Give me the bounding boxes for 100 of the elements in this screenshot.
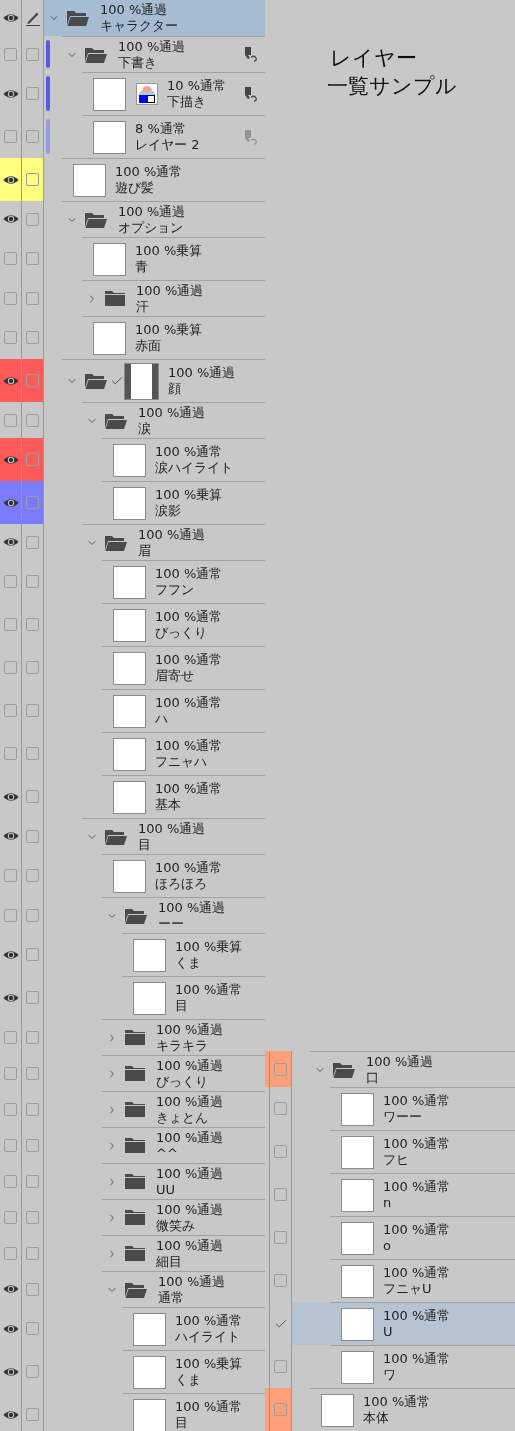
layer-row[interactable]: 100 %通常 フヒ bbox=[292, 1130, 515, 1173]
visibility-checkbox[interactable] bbox=[4, 908, 17, 922]
eye-icon[interactable] bbox=[2, 1366, 19, 1377]
layer-row[interactable]: 100 %通過 キャラクター bbox=[44, 0, 265, 36]
lock-checkbox[interactable] bbox=[26, 331, 39, 344]
eye-icon[interactable] bbox=[2, 497, 19, 508]
lock-checkbox[interactable] bbox=[26, 908, 39, 922]
layer-row[interactable]: 100 %通常 遊び髪 bbox=[44, 158, 265, 201]
lock-checkbox[interactable] bbox=[26, 790, 39, 803]
lock-checkbox[interactable] bbox=[26, 496, 39, 509]
eye-icon[interactable] bbox=[2, 1323, 19, 1334]
lock-checkbox[interactable] bbox=[274, 1274, 287, 1287]
layer-row[interactable]: 100 %通常 n bbox=[292, 1173, 515, 1216]
lock-checkbox[interactable] bbox=[26, 87, 39, 100]
lock-checkbox[interactable] bbox=[274, 1145, 287, 1158]
eye-icon[interactable] bbox=[2, 1284, 19, 1294]
layer-row[interactable]: 100 %通過 きょとん bbox=[44, 1091, 265, 1127]
layer-row[interactable]: 100 %乗算 涙影 bbox=[44, 481, 265, 524]
visibility-checkbox[interactable] bbox=[4, 1174, 17, 1188]
layer-row[interactable]: 100 %乗算 赤面 bbox=[44, 316, 265, 359]
lock-checkbox[interactable] bbox=[26, 130, 39, 143]
eye-icon[interactable] bbox=[2, 454, 19, 465]
lock-checkbox[interactable] bbox=[26, 1174, 39, 1188]
visibility-checkbox[interactable] bbox=[4, 747, 17, 760]
eye-icon[interactable] bbox=[2, 375, 19, 386]
visibility-checkbox[interactable] bbox=[4, 130, 17, 143]
lock-checkbox[interactable] bbox=[26, 252, 39, 265]
lock-checkbox[interactable] bbox=[26, 1365, 39, 1378]
layer-row[interactable]: 100 %通過 ^^ bbox=[44, 1127, 265, 1163]
layer-row[interactable]: 100 %通過 通常 bbox=[44, 1271, 265, 1307]
visibility-checkbox[interactable] bbox=[4, 704, 17, 717]
lock-checkbox[interactable] bbox=[274, 1102, 287, 1115]
lock-checkbox[interactable] bbox=[26, 453, 39, 466]
lock-checkbox[interactable] bbox=[26, 173, 39, 186]
layer-row[interactable]: 100 %通常 フニャU bbox=[292, 1259, 515, 1302]
layer-row[interactable]: 100 %通常 フフン bbox=[44, 560, 265, 603]
layer-row[interactable]: 100 %通常 フニャハ bbox=[44, 732, 265, 775]
layer-row[interactable]: 100 %通過 オプション bbox=[44, 201, 265, 237]
layer-row[interactable]: 100 %通常 ハイライト bbox=[44, 1307, 265, 1350]
layer-row[interactable]: 100 %通常 ほろほろ bbox=[44, 854, 265, 897]
visibility-checkbox[interactable] bbox=[4, 1102, 17, 1116]
layer-row[interactable]: 100 %通過 目 bbox=[44, 818, 265, 854]
eye-icon[interactable] bbox=[2, 949, 19, 960]
layer-row[interactable]: 10 %通常 下描き bbox=[44, 72, 265, 115]
visibility-checkbox[interactable] bbox=[4, 1138, 17, 1152]
lock-checkbox[interactable] bbox=[26, 1210, 39, 1224]
layer-row[interactable]: 100 %乗算 くま bbox=[44, 933, 265, 976]
layer-row[interactable]: 100 %通常 目 bbox=[44, 1393, 265, 1431]
layer-row[interactable]: 100 %通過 下書き bbox=[44, 36, 265, 72]
layer-row[interactable]: 100 %通過 微笑み bbox=[44, 1199, 265, 1235]
layer-row[interactable]: 100 %通常 ハ bbox=[44, 689, 265, 732]
layer-row[interactable]: 100 %乗算 くま bbox=[44, 1350, 265, 1393]
visibility-checkbox[interactable] bbox=[4, 291, 17, 305]
lock-checkbox[interactable] bbox=[274, 1360, 287, 1373]
layer-row[interactable]: 100 %通過 顔 bbox=[44, 359, 265, 402]
visibility-checkbox[interactable] bbox=[4, 1066, 17, 1080]
visibility-checkbox[interactable] bbox=[4, 869, 17, 882]
layer-row[interactable]: 100 %通常 眉寄せ bbox=[44, 646, 265, 689]
lock-checkbox[interactable] bbox=[274, 1188, 287, 1201]
lock-checkbox[interactable] bbox=[26, 413, 39, 427]
lock-checkbox[interactable] bbox=[26, 1066, 39, 1080]
eye-icon[interactable] bbox=[2, 214, 19, 224]
lock-checkbox[interactable] bbox=[26, 1282, 39, 1296]
lock-checkbox[interactable] bbox=[26, 1138, 39, 1152]
lock-checkbox[interactable] bbox=[26, 1102, 39, 1116]
visibility-checkbox[interactable] bbox=[4, 1210, 17, 1224]
lock-checkbox[interactable] bbox=[26, 291, 39, 305]
visibility-checkbox[interactable] bbox=[4, 252, 17, 265]
layer-row[interactable]: 100 %通過 UU bbox=[44, 1163, 265, 1199]
lock-checkbox[interactable] bbox=[26, 1246, 39, 1260]
lock-checkbox[interactable] bbox=[26, 991, 39, 1004]
layer-row[interactable]: 100 %通常 U bbox=[292, 1302, 515, 1345]
lock-checkbox[interactable] bbox=[26, 1030, 39, 1044]
visibility-checkbox[interactable] bbox=[4, 1246, 17, 1260]
layer-row[interactable]: 100 %通常 本体 bbox=[292, 1388, 515, 1431]
lock-checkbox[interactable] bbox=[26, 575, 39, 588]
lock-checkbox[interactable] bbox=[26, 618, 39, 631]
layer-row[interactable]: 100 %通常 びっくり bbox=[44, 603, 265, 646]
layer-row[interactable]: 100 %通常 涙ハイライト bbox=[44, 438, 265, 481]
visibility-checkbox[interactable] bbox=[4, 575, 17, 588]
lock-checkbox[interactable] bbox=[26, 1322, 39, 1335]
visibility-checkbox[interactable] bbox=[4, 1030, 17, 1044]
visibility-checkbox[interactable] bbox=[4, 618, 17, 631]
layer-row[interactable]: 100 %通過 汗 bbox=[44, 280, 265, 316]
lock-checkbox[interactable] bbox=[26, 1408, 39, 1421]
lock-checkbox[interactable] bbox=[26, 374, 39, 387]
layer-row[interactable]: 100 %通過 眉 bbox=[44, 524, 265, 560]
visibility-checkbox[interactable] bbox=[4, 413, 17, 427]
pen-icon[interactable] bbox=[24, 10, 41, 26]
layer-row[interactable]: 100 %通過 涙 bbox=[44, 402, 265, 438]
eye-icon[interactable] bbox=[2, 831, 19, 841]
lock-checkbox[interactable] bbox=[26, 661, 39, 674]
lock-checkbox[interactable] bbox=[274, 1062, 287, 1076]
layer-row[interactable]: 100 %通過 細目 bbox=[44, 1235, 265, 1271]
layer-row[interactable]: 100 %通過 びっくり bbox=[44, 1055, 265, 1091]
layer-row[interactable]: 100 %通過 キラキラ bbox=[44, 1019, 265, 1055]
lock-checkbox[interactable] bbox=[26, 747, 39, 760]
lock-checkbox[interactable] bbox=[26, 948, 39, 961]
lock-checkbox[interactable] bbox=[26, 704, 39, 717]
lock-checkbox[interactable] bbox=[26, 212, 39, 226]
